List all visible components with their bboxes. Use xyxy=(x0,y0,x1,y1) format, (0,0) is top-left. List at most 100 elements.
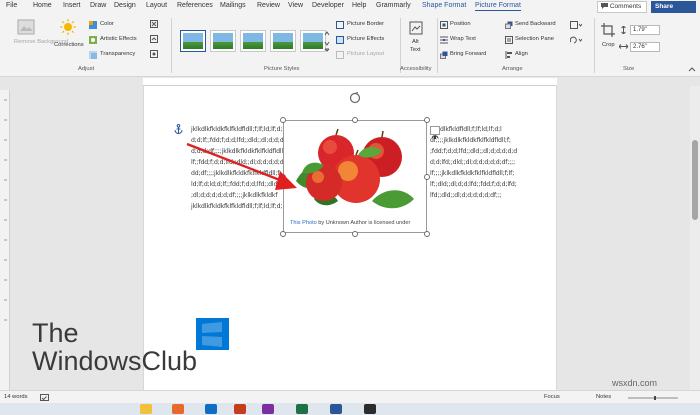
picture-style-5[interactable] xyxy=(300,30,326,52)
artistic-effects-button[interactable]: Artistic Effects xyxy=(100,36,137,42)
ribbon: Remove Background Corrections Color Arti… xyxy=(0,15,700,77)
document-line: lf;;;;jklkdlkfkldkfklfkldfldll;f;lf; xyxy=(430,170,515,177)
share-button[interactable]: Share xyxy=(651,1,696,13)
taskbar xyxy=(0,403,700,415)
tab-mailings[interactable]: Mailings xyxy=(220,2,246,9)
corrections-button[interactable]: Corrections xyxy=(54,42,84,48)
red-arrow xyxy=(186,142,297,190)
notes-button[interactable]: Notes xyxy=(596,394,611,400)
app-icon[interactable] xyxy=(364,404,376,414)
size-group-label: Size xyxy=(623,66,635,72)
tab-references[interactable]: References xyxy=(177,2,213,9)
picture-style-1[interactable] xyxy=(180,30,206,52)
tab-grammarly[interactable]: Grammarly xyxy=(376,2,411,9)
zoom-slider[interactable] xyxy=(628,396,678,400)
document-line: jklkdlkfkldkfklfkldfldll;f;lf;ld;lf;d; xyxy=(191,203,283,210)
firefox-icon[interactable] xyxy=(172,404,184,414)
site-watermark: wsxdn.com xyxy=(612,378,658,388)
tab-picture-format[interactable]: Picture Format xyxy=(475,2,521,11)
powerpoint-icon[interactable] xyxy=(234,404,246,414)
watermark-line-2: WindowsClub xyxy=(32,346,198,376)
word-icon[interactable] xyxy=(330,404,342,414)
send-backward-icon xyxy=(505,21,513,29)
document-line: jklkdlkfkldfldll;f;lf;ld;lf;d;l xyxy=(430,126,502,133)
width-field[interactable]: 2.76" xyxy=(630,42,660,52)
wrap-text-button[interactable]: Wrap Text xyxy=(450,36,476,42)
color-icon xyxy=(89,21,97,29)
comments-button[interactable]: Comments xyxy=(597,1,647,13)
picture-layout-icon xyxy=(336,51,344,59)
tab-draw[interactable]: Draw xyxy=(90,2,106,9)
bring-forward-icon xyxy=(440,51,448,59)
vertical-ruler[interactable] xyxy=(0,90,10,390)
outlook-icon[interactable] xyxy=(205,404,217,414)
comment-icon xyxy=(601,3,608,9)
height-value: 1.79" xyxy=(633,27,647,33)
reset-picture-icon[interactable] xyxy=(150,50,158,58)
proofing-icon[interactable] xyxy=(40,394,49,401)
layout-options-button[interactable] xyxy=(430,126,440,139)
tab-review[interactable]: Review xyxy=(257,2,280,9)
rotate-icon[interactable] xyxy=(570,36,582,44)
tab-insert[interactable]: Insert xyxy=(63,2,81,9)
send-backward-button[interactable]: Send Backward xyxy=(515,21,556,27)
windows-logo xyxy=(196,318,229,350)
tab-developer[interactable]: Developer xyxy=(312,2,344,9)
align-button[interactable]: Align xyxy=(515,51,528,57)
focus-button[interactable]: Focus xyxy=(544,394,560,400)
alt-text-icon xyxy=(409,21,423,35)
color-button[interactable]: Color xyxy=(100,21,114,27)
selection-pane-button[interactable]: Selection Pane xyxy=(515,36,554,42)
document-line: d;d;lfd;;dld;;dl;d;d;d;d;d;df;;;; xyxy=(430,159,516,166)
adjust-group-label: Adjust xyxy=(78,66,95,72)
picture-effects-button[interactable]: Picture Effects xyxy=(347,36,384,42)
crop-button[interactable]: Crop xyxy=(602,42,615,48)
styles-scroll-icon[interactable] xyxy=(324,29,330,53)
transparency-button[interactable]: Transparency xyxy=(100,51,135,57)
group-divider xyxy=(400,18,401,73)
tab-layout[interactable]: Layout xyxy=(146,2,167,9)
accessibility-group-label: Accessibility xyxy=(400,66,432,72)
picture-styles-group-label: Picture Styles xyxy=(264,66,300,72)
artistic-effects-icon xyxy=(89,36,97,44)
position-button[interactable]: Position xyxy=(450,21,471,27)
excel-icon[interactable] xyxy=(296,404,308,414)
picture-border-button[interactable]: Picture Border xyxy=(347,21,384,27)
crop-icon xyxy=(601,23,615,37)
tab-help[interactable]: Help xyxy=(352,2,366,9)
scrollbar-thumb[interactable] xyxy=(692,140,698,220)
width-icon xyxy=(619,44,628,49)
alt-text-label-2: Text xyxy=(410,47,421,53)
picture-style-2[interactable] xyxy=(210,30,236,52)
corrections-icon xyxy=(60,19,76,35)
tab-home[interactable]: Home xyxy=(33,2,52,9)
picture-style-4[interactable] xyxy=(270,30,296,52)
bring-forward-button[interactable]: Bring Forward xyxy=(450,51,486,57)
tab-shape-format[interactable]: Shape Format xyxy=(422,2,466,9)
position-icon xyxy=(440,21,448,29)
compress-pictures-icon[interactable] xyxy=(150,20,158,28)
change-picture-icon[interactable] xyxy=(150,35,158,43)
picture-border-icon xyxy=(336,21,344,29)
picture-layout-button[interactable]: Picture Layout xyxy=(347,51,384,57)
vertical-scrollbar[interactable] xyxy=(690,86,700,390)
horizontal-ruler[interactable] xyxy=(143,78,557,86)
picture-effects-icon xyxy=(336,36,344,44)
height-field[interactable]: 1.79" xyxy=(630,25,660,35)
collapse-ribbon-icon[interactable] xyxy=(688,66,696,72)
word-count[interactable]: 14 words xyxy=(4,394,28,400)
picture-style-3[interactable] xyxy=(240,30,266,52)
share-label: Share xyxy=(655,3,674,10)
tab-view[interactable]: View xyxy=(288,2,303,9)
file-explorer-icon[interactable] xyxy=(140,404,152,414)
tab-file[interactable]: File xyxy=(6,2,17,9)
tab-design[interactable]: Design xyxy=(114,2,136,9)
alt-text-button[interactable]: Alt xyxy=(412,39,419,45)
group-objects-icon[interactable] xyxy=(570,21,582,29)
ribbon-tabs: File Home Insert Draw Design Layout Refe… xyxy=(0,0,700,15)
document-line: lfd;;dld;;dl;d;d;d;d;d;df;;; xyxy=(430,192,502,199)
document-line: jklkdlkfkldkfklfkldfldll;f;lf;ld;lf;d;l xyxy=(191,126,284,133)
height-icon xyxy=(621,26,626,34)
group-divider xyxy=(594,18,595,73)
onenote-icon[interactable] xyxy=(262,404,274,414)
